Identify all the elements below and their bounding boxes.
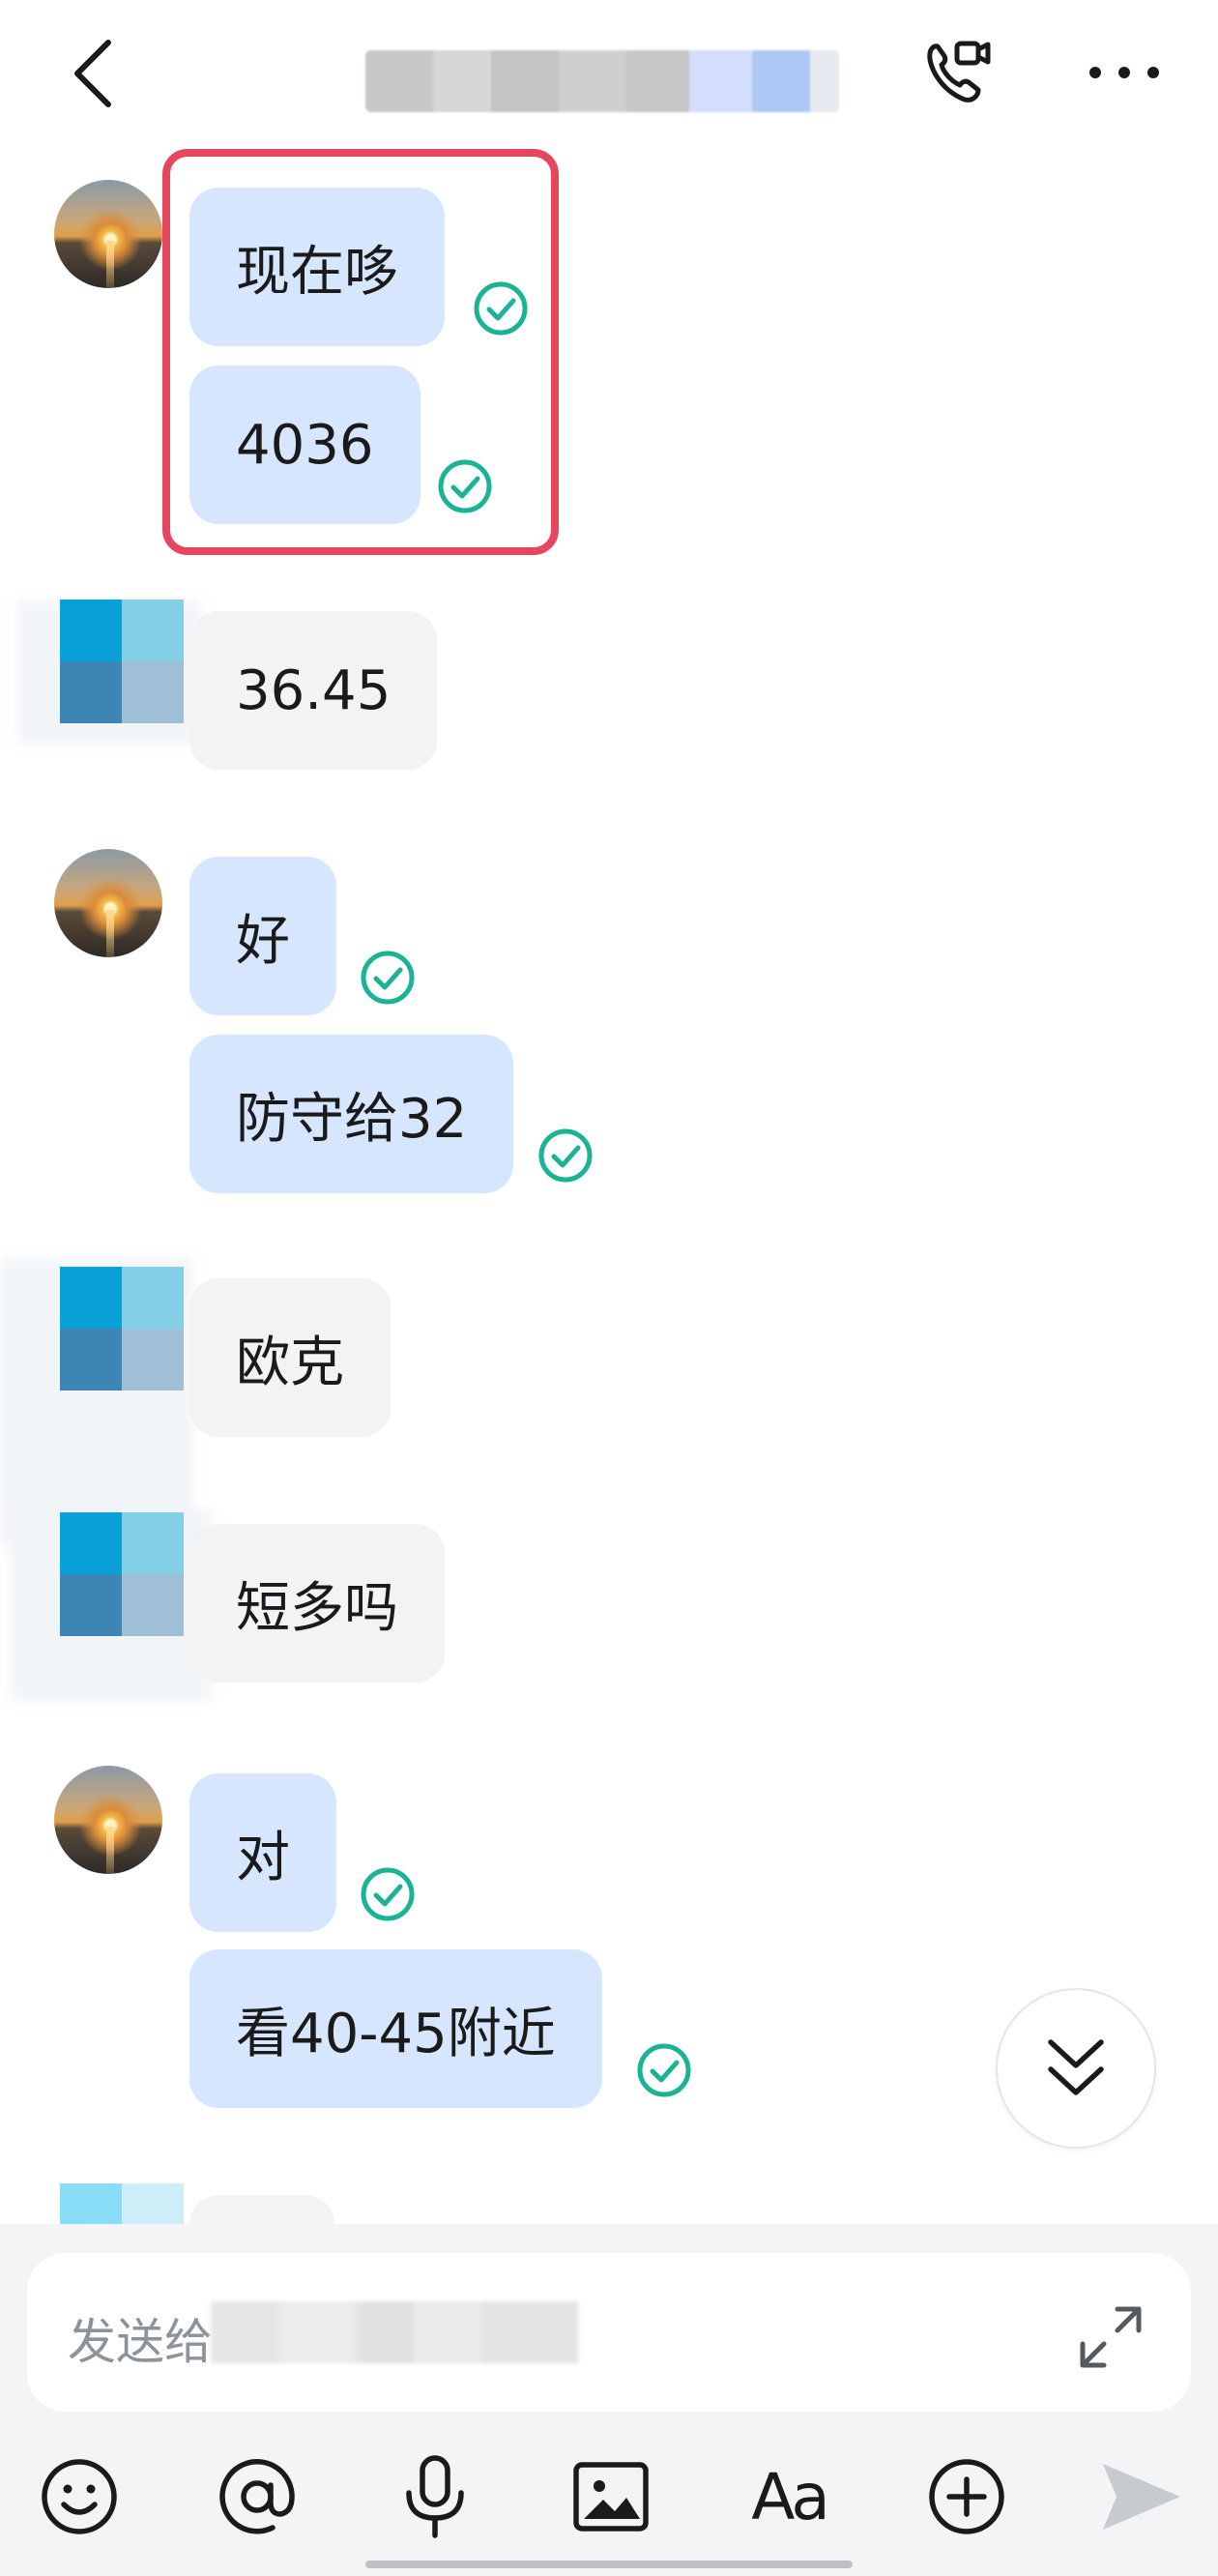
message-bubble[interactable]: 短多吗: [189, 1524, 445, 1683]
message-bubble[interactable]: 看40-45附近: [189, 1949, 602, 2108]
emoji-button[interactable]: [31, 2448, 128, 2545]
add-icon: [929, 2459, 1004, 2534]
recipient-obscured: [211, 2301, 578, 2363]
read-check-icon: [538, 1128, 593, 1183]
video-call-icon: [927, 41, 991, 102]
microphone-icon: [406, 2455, 464, 2538]
message-text: 短多吗: [236, 1576, 398, 1640]
chat-title-obscured: [365, 50, 839, 112]
more-horizontal-icon: [1089, 67, 1159, 78]
double-chevron-down-icon: [1048, 2039, 1104, 2095]
contact-avatar[interactable]: [60, 2183, 184, 2224]
read-check-icon: [438, 459, 492, 513]
text-format-button[interactable]: Aa: [740, 2448, 837, 2545]
contact-avatar[interactable]: [60, 1512, 184, 1636]
text-format-icon: Aa: [751, 2459, 830, 2534]
read-check-icon: [361, 1867, 415, 1921]
message-text: 36.45: [236, 659, 392, 722]
more-options-button[interactable]: [1081, 39, 1168, 106]
read-check-icon: [361, 951, 415, 1005]
send-icon: [1103, 2464, 1180, 2530]
back-button[interactable]: [58, 35, 126, 112]
message-list[interactable]: 现在哆 4036 36.45 好 防守给32 欧克 短多吗 对 看40-45附近: [0, 145, 1218, 2224]
mention-button[interactable]: [209, 2448, 305, 2545]
contact-avatar[interactable]: [60, 600, 184, 723]
mention-icon: [219, 2459, 295, 2534]
message-bubble[interactable]: 好: [189, 857, 336, 1015]
message-bubble[interactable]: 36.45: [189, 611, 438, 770]
my-avatar[interactable]: [54, 180, 162, 288]
add-button[interactable]: [918, 2448, 1015, 2545]
my-avatar[interactable]: [54, 1766, 162, 1874]
emoji-icon: [42, 2459, 117, 2534]
message-text: 防守给32: [236, 1087, 468, 1151]
expand-button[interactable]: [1067, 2294, 1154, 2381]
send-button[interactable]: [1092, 2448, 1189, 2545]
read-check-icon: [474, 281, 528, 336]
message-text: 4036: [236, 413, 374, 477]
contact-avatar[interactable]: [60, 1267, 184, 1390]
message-input[interactable]: 发送给: [27, 2253, 1191, 2412]
expand-icon: [1080, 2306, 1142, 2368]
message-text: 对: [236, 1826, 290, 1889]
message-text: 好: [236, 909, 290, 973]
message-bubble[interactable]: 防守给32: [189, 1035, 514, 1193]
message-text: 看40-45附近: [236, 2002, 556, 2065]
message-bubble[interactable]: 对: [189, 1773, 336, 1932]
chat-header: [0, 0, 1218, 145]
read-check-icon: [637, 2043, 691, 2097]
composer: 发送给 Aa: [0, 2224, 1218, 2576]
input-placeholder: 发送给: [68, 2314, 213, 2370]
message-bubble[interactable]: 欧克: [189, 1278, 391, 1437]
message-text: 现在哆: [236, 240, 398, 304]
message-bubble[interactable]: 4036: [189, 366, 420, 524]
message-bubble[interactable]: 现在哆: [189, 188, 445, 346]
message-text: 欧克: [236, 1331, 344, 1394]
chevron-left-icon: [74, 40, 111, 107]
image-button[interactable]: [563, 2448, 659, 2545]
call-button[interactable]: [914, 33, 997, 116]
scroll-to-bottom-button[interactable]: [996, 1988, 1156, 2149]
voice-button[interactable]: [387, 2448, 483, 2545]
home-indicator[interactable]: [365, 2561, 853, 2568]
message-bubble[interactable]: [189, 2195, 334, 2224]
image-icon: [573, 2462, 649, 2532]
my-avatar[interactable]: [54, 849, 162, 957]
